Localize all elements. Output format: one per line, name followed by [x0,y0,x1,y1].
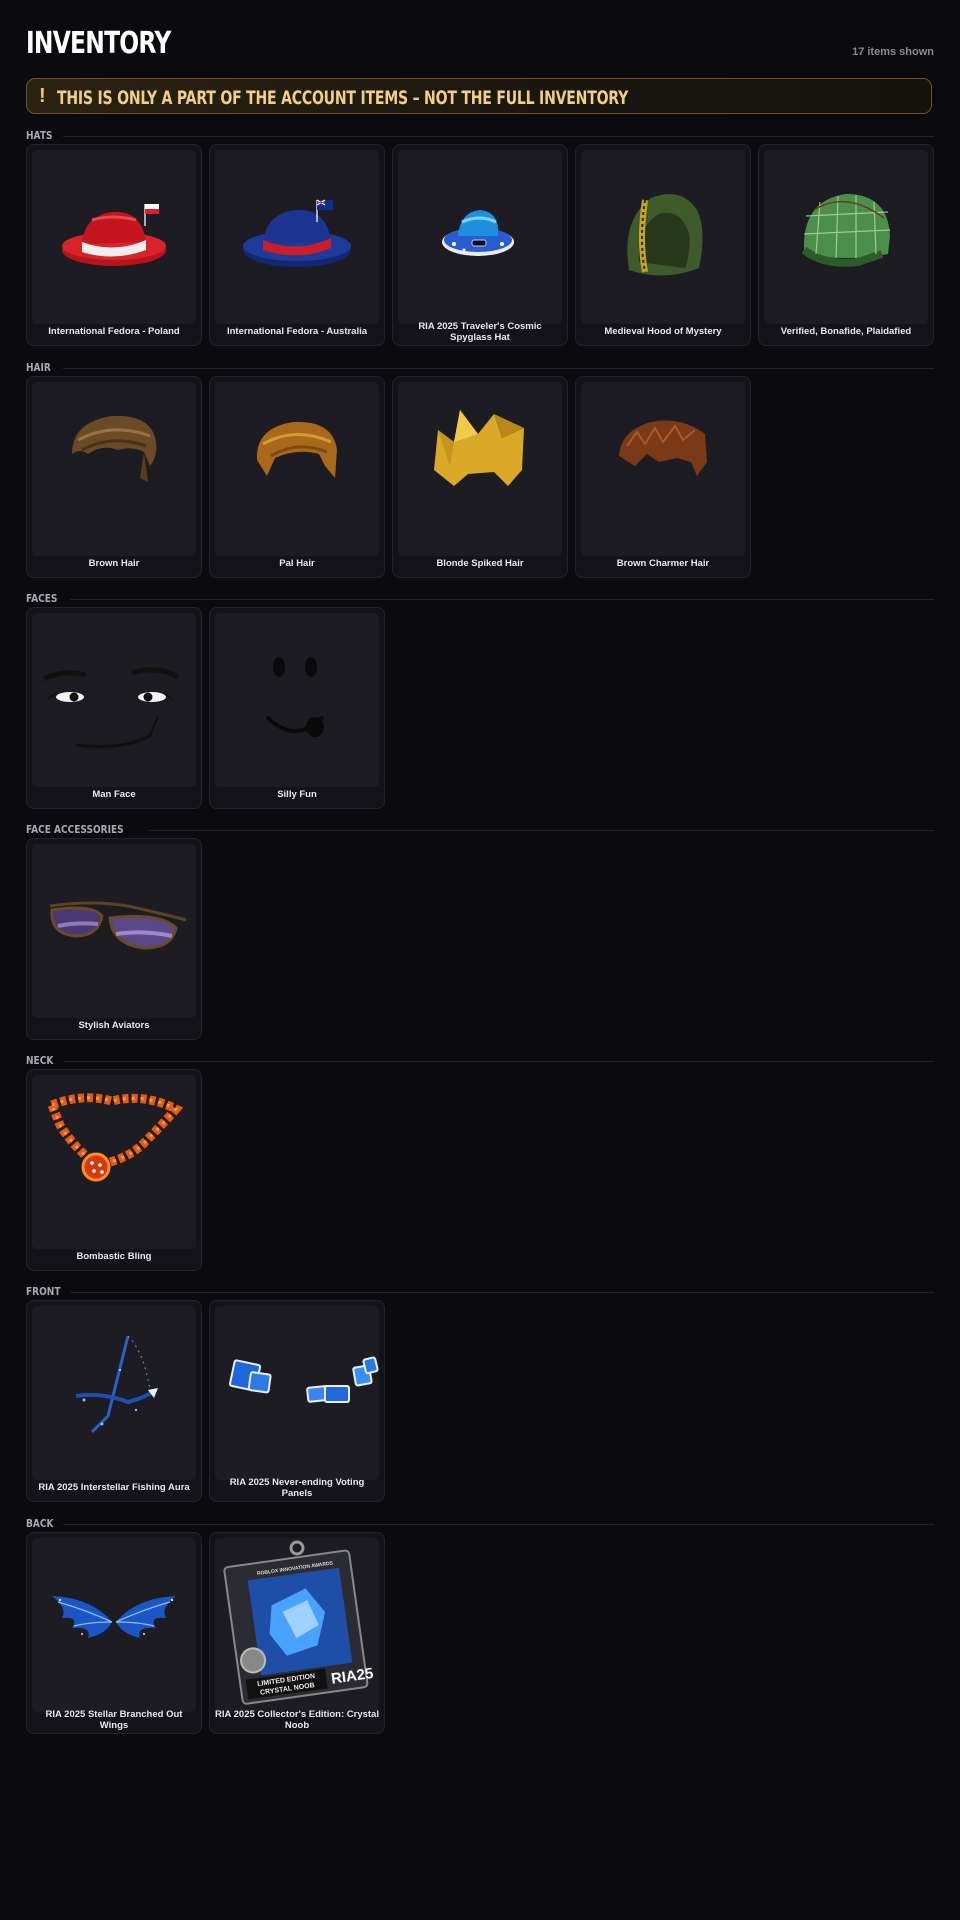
section-header: FACE ACCESSORIES [26,822,934,838]
section-divider [149,830,934,831]
section-label: HAIR [26,361,51,374]
man-face-icon [32,613,196,787]
item-name: Pal Hair [279,558,315,569]
cosmic-hat-icon [398,150,562,324]
item-name: RIA 2025 Interstellar Fishing Aura [38,1482,190,1493]
section-front: FRONT RIA 2025 Interstellar Fishing Aura… [26,1284,934,1502]
item-name: Blonde Spiked Hair [436,558,524,569]
item-card[interactable]: RIA 2025 Never-ending Voting Panels [209,1300,385,1502]
section-divider [70,1292,934,1293]
section-label: FRONT [26,1285,61,1298]
item-card[interactable]: Man Face [26,607,202,809]
inventory-page: INVENTORY 17 items shown ! THIS IS ONLY … [26,0,934,1734]
voting-panels-icon [215,1306,379,1480]
item-card[interactable]: Silly Fun [209,607,385,809]
hood-icon [581,150,745,324]
section-header: HATS [26,128,934,144]
item-card[interactable]: RIA 2025 Traveler's Cosmic Spyglass Hat [392,144,568,346]
plaid-cap-icon [764,150,928,324]
blonde-hair-icon [398,382,562,556]
section-hats: HATS International Fedora - Poland Inter… [26,128,934,346]
page-title: INVENTORY [26,26,171,61]
item-card[interactable]: RIA 2025 Stellar Branched Out Wings [26,1532,202,1734]
page-header: INVENTORY 17 items shown [26,0,934,64]
item-card[interactable]: Medieval Hood of Mystery [575,144,751,346]
section-label: HATS [26,129,53,142]
item-name: Verified, Bonafide, Plaidafied [780,326,912,337]
wings-icon [32,1538,196,1712]
exclamation-icon: ! [39,85,46,107]
section-header: FRONT [26,1284,934,1300]
item-name: Silly Fun [277,789,317,800]
item-name: Medieval Hood of Mystery [604,326,722,337]
section-divider [63,1524,934,1525]
item-card[interactable]: Stylish Aviators [26,838,202,1040]
item-name: RIA 2025 Never-ending Voting Panels [229,1477,365,1499]
fedora-poland-icon [32,150,196,324]
item-name: Bombastic Bling [76,1251,152,1262]
item-name: International Fedora - Poland [48,326,180,337]
section-neck: NECK Bombastic Bling [26,1053,934,1271]
section-back: BACK RIA 2025 Stellar Branched Out Wings… [26,1516,934,1734]
item-card[interactable]: International Fedora - Poland [26,144,202,346]
section-header: HAIR [26,360,934,376]
section-divider [70,599,934,600]
section-header: BACK [26,1516,934,1532]
section-divider [63,1061,934,1062]
items-count: 17 items shown [852,46,934,58]
item-card[interactable]: International Fedora - Australia [209,144,385,346]
item-card[interactable]: Bombastic Bling [26,1069,202,1271]
item-card[interactable]: RIA 2025 Interstellar Fishing Aura [26,1300,202,1502]
section-faces: FACES Man Face Silly Fun [26,591,934,809]
section-divider [63,136,934,137]
warning-text: THIS IS ONLY A PART OF THE ACCOUNT ITEMS… [57,87,629,109]
item-name: RIA 2025 Collector's Edition: Crystal No… [215,1709,379,1731]
item-name: Man Face [92,789,136,800]
fishing-aura-icon [32,1306,196,1480]
section-hair: HAIR Brown Hair Pal Hair Blonde Spiked H… [26,360,934,578]
item-name: Brown Charmer Hair [616,558,710,569]
warning-banner: ! THIS IS ONLY A PART OF THE ACCOUNT ITE… [26,78,932,114]
item-card[interactable]: Brown Charmer Hair [575,376,751,578]
section-label: FACES [26,592,58,605]
item-name: International Fedora - Australia [226,326,368,337]
item-card[interactable]: Pal Hair [209,376,385,578]
item-card[interactable]: ROBLOX INNOVATION AWARDS LIMITED EDITION… [209,1532,385,1734]
section-header: NECK [26,1053,934,1069]
section-label: BACK [26,1517,54,1530]
item-name: RIA 2025 Traveler's Cosmic Spyglass Hat [418,321,542,343]
charmer-hair-icon [581,382,745,556]
silly-fun-icon [215,613,379,787]
item-name: RIA 2025 Stellar Branched Out Wings [45,1709,183,1731]
fedora-australia-icon [215,150,379,324]
item-card[interactable]: Brown Hair [26,376,202,578]
section-label: FACE ACCESSORIES [26,823,124,836]
pal-hair-icon [215,382,379,556]
crystal-noob-box-icon: ROBLOX INNOVATION AWARDS LIMITED EDITION… [215,1538,379,1712]
item-card[interactable]: Verified, Bonafide, Plaidafied [758,144,934,346]
item-name: Brown Hair [88,558,140,569]
brown-hair-icon [32,382,196,556]
aviators-icon [32,844,196,1018]
section-divider [63,368,934,369]
section-face-accessories: FACE ACCESSORIES Stylish Aviators [26,822,934,1040]
section-header: FACES [26,591,934,607]
item-card[interactable]: Blonde Spiked Hair [392,376,568,578]
item-name: Stylish Aviators [78,1020,150,1031]
bling-chain-icon [32,1075,196,1249]
section-label: NECK [26,1054,54,1067]
